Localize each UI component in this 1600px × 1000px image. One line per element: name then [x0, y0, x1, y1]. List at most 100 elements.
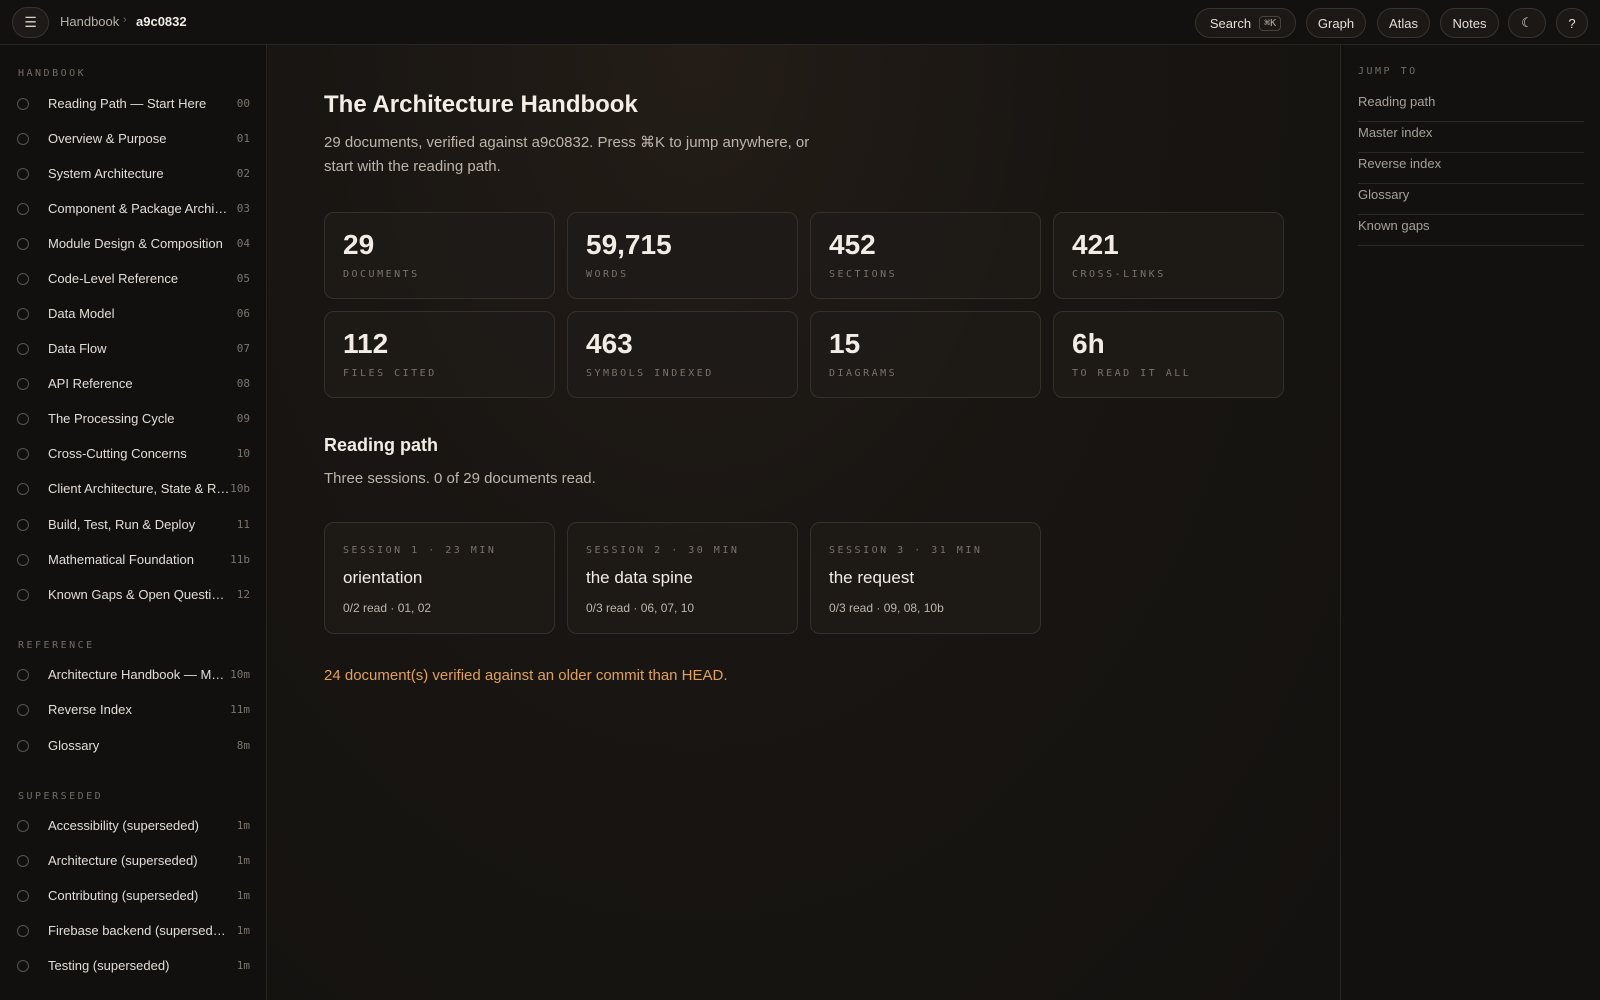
- sidebar-item-api-reference[interactable]: API Reference 08: [0, 370, 266, 398]
- jump-link-known-gaps[interactable]: Known gaps: [1358, 215, 1584, 246]
- sidebar-item-data-flow[interactable]: Data Flow 07: [0, 335, 266, 363]
- stat-value: 15: [829, 328, 861, 359]
- sidebar-item-data-model[interactable]: Data Model 06: [0, 300, 266, 328]
- unread-circle-icon: [17, 378, 29, 390]
- sidebar-item-build-test[interactable]: Build, Test, Run & Deploy 11: [0, 511, 266, 539]
- graph-button[interactable]: Graph: [1306, 8, 1366, 38]
- sidebar-item-architecture-superseded[interactable]: Architecture (superseded) 1m: [0, 847, 266, 875]
- jump-link-reverse-index[interactable]: Reverse index: [1358, 153, 1584, 184]
- sidebar-item-number: 02: [236, 167, 250, 180]
- atlas-button[interactable]: Atlas: [1377, 8, 1430, 38]
- sidebar-item-number: 03: [236, 202, 250, 215]
- jump-link-reading-path[interactable]: Reading path: [1358, 91, 1584, 122]
- unread-circle-icon: [17, 98, 29, 110]
- unread-circle-icon: [17, 273, 29, 285]
- sidebar-item-number: 09: [236, 412, 250, 425]
- sidebar-item-number: 1m: [236, 819, 250, 832]
- sidebar-item-label: Overview & Purpose: [48, 131, 167, 146]
- stat-card-cross-links: 421 CROSS-LINKS: [1053, 212, 1284, 299]
- sidebar-item-cross-cutting[interactable]: Cross-Cutting Concerns 10: [0, 440, 266, 468]
- sidebar-item-label: Data Flow: [48, 341, 107, 356]
- sidebar-item-label: Reverse Index: [48, 702, 132, 717]
- sidebar-item-reading-path[interactable]: Reading Path — Start Here 00: [0, 90, 266, 118]
- search-label: Search: [1209, 15, 1252, 31]
- sidebar-item-label: Contributing (superseded): [48, 888, 199, 903]
- sidebar-item-number: 1m: [236, 889, 250, 902]
- sidebar-item-number: 06: [236, 307, 250, 320]
- unread-circle-icon: [17, 740, 29, 752]
- sidebar-item-label: Client Architecture, State & Rendering: [48, 481, 230, 496]
- sidebar-item-label: Architecture (superseded): [48, 853, 198, 868]
- jump-link-master-index[interactable]: Master index: [1358, 122, 1584, 153]
- sidebar-item-label: Code-Level Reference: [48, 271, 179, 286]
- sidebar-item-number: 01: [236, 132, 250, 145]
- sidebar-item-label: The Processing Cycle: [48, 411, 175, 426]
- sidebar-item-firebase-backend[interactable]: Firebase backend (superseded) 1m: [0, 917, 266, 945]
- jump-link-glossary[interactable]: Glossary: [1358, 184, 1584, 215]
- sidebar-item-overview[interactable]: Overview & Purpose 01: [0, 125, 266, 153]
- session-card-2[interactable]: SESSION 2 · 30 MIN the data spine 0/3 re…: [567, 522, 798, 634]
- session-card-3[interactable]: SESSION 3 · 31 MIN the request 0/3 read …: [810, 522, 1041, 634]
- unread-circle-icon: [17, 413, 29, 425]
- sidebar-item-known-gaps[interactable]: Known Gaps & Open Questions 12: [0, 581, 266, 609]
- sidebar-item-mathematical-foundation[interactable]: Mathematical Foundation 11b: [0, 546, 266, 574]
- sidebar-item-label: Firebase backend (superseded): [48, 923, 230, 938]
- session-meta: SESSION 1 · 23 MIN: [343, 545, 497, 556]
- sidebar-item-label: Glossary: [48, 738, 100, 753]
- unread-circle-icon: [17, 519, 29, 531]
- sidebar-item-contributing[interactable]: Contributing (superseded) 1m: [0, 882, 266, 910]
- unread-circle-icon: [17, 308, 29, 320]
- sidebar-item-component-architecture[interactable]: Component & Package Architecture 03: [0, 195, 266, 223]
- hamburger-icon: ☰: [24, 14, 37, 30]
- stat-card-sections: 452 SECTIONS: [810, 212, 1041, 299]
- sidebar-item-label: Known Gaps & Open Questions: [48, 587, 230, 602]
- unread-circle-icon: [17, 133, 29, 145]
- sidebar-item-label: Architecture Handbook — Master Index: [48, 667, 230, 682]
- moon-icon: ☾: [1521, 15, 1533, 30]
- notes-button[interactable]: Notes: [1440, 8, 1499, 38]
- session-title: the data spine: [586, 568, 693, 587]
- sidebar-item-label: Reading Path — Start Here: [48, 96, 207, 111]
- sidebar-item-client-architecture[interactable]: Client Architecture, State & Rendering 1…: [0, 475, 266, 503]
- stat-label: SECTIONS: [829, 269, 898, 280]
- sidebar-item-testing[interactable]: Testing (superseded) 1m: [0, 952, 266, 980]
- main-content: The Architecture Handbook 29 documents, …: [268, 45, 1340, 1000]
- sidebar-item-number: 07: [236, 342, 250, 355]
- help-button[interactable]: ?: [1556, 8, 1588, 38]
- unread-circle-icon: [17, 855, 29, 867]
- session-card-1[interactable]: SESSION 1 · 23 MIN orientation 0/2 read …: [324, 522, 555, 634]
- theme-toggle-button[interactable]: ☾: [1508, 8, 1546, 38]
- unread-circle-icon: [17, 448, 29, 460]
- sidebar-item-accessibility[interactable]: Accessibility (superseded) 1m: [0, 812, 266, 840]
- sidebar-item-code-reference[interactable]: Code-Level Reference 05: [0, 265, 266, 293]
- stat-label: FILES CITED: [343, 368, 437, 379]
- menu-button[interactable]: ☰: [12, 7, 49, 38]
- sidebar-item-number: 11b: [230, 553, 250, 566]
- sidebar-item-number: 10: [236, 447, 250, 460]
- unread-circle-icon: [17, 238, 29, 250]
- sidebar-item-number: 1m: [236, 854, 250, 867]
- sidebar-item-label: Testing (superseded): [48, 958, 170, 973]
- sidebar-item-number: 00: [236, 97, 250, 110]
- unread-circle-icon: [17, 343, 29, 355]
- jump-to-rail: JUMP TO Reading path Master index Revers…: [1340, 45, 1600, 1000]
- breadcrumb-root[interactable]: Handbook: [60, 14, 119, 29]
- session-progress: 0/3 read · 06, 07, 10: [586, 601, 695, 615]
- stat-value: 463: [586, 328, 633, 359]
- sidebar-item-number: 1m: [236, 924, 250, 937]
- stat-card-symbols-indexed: 463 SYMBOLS INDEXED: [567, 311, 798, 398]
- sidebar-item-label: System Architecture: [48, 166, 164, 181]
- sidebar-item-glossary[interactable]: Glossary 8m: [0, 732, 266, 760]
- search-button[interactable]: Search ⌘K: [1195, 8, 1296, 38]
- sidebar-item-number: 04: [236, 237, 250, 250]
- sidebar-item-reverse-index[interactable]: Reverse Index 11m: [0, 696, 266, 724]
- unread-circle-icon: [17, 960, 29, 972]
- sidebar-item-processing-cycle[interactable]: The Processing Cycle 09: [0, 405, 266, 433]
- stat-value: 29: [343, 229, 375, 260]
- sidebar-item-master-index[interactable]: Architecture Handbook — Master Index 10m: [0, 661, 266, 689]
- sidebar-item-system-architecture[interactable]: System Architecture 02: [0, 160, 266, 188]
- sidebar-item-number: 1m: [236, 959, 250, 972]
- stat-label: TO READ IT ALL: [1072, 368, 1192, 379]
- sidebar-item-module-design[interactable]: Module Design & Composition 04: [0, 230, 266, 258]
- sidebar-item-number: 11: [236, 518, 250, 531]
